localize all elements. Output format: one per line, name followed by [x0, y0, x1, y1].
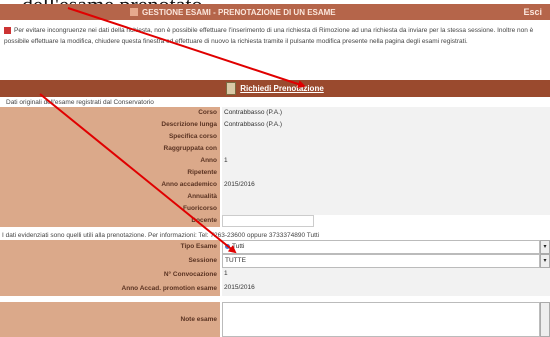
radio-icon — [225, 243, 230, 249]
field-value — [222, 131, 550, 143]
request-booking-link[interactable]: Richiedi Prenotazione — [240, 84, 324, 93]
exam-type-value: Tutti — [232, 243, 245, 250]
form-row: Anno Accad. promotion esame 2015/2016 — [0, 282, 550, 296]
table-row: Anno accademico 2015/2016 — [0, 179, 550, 191]
academic-year-label: Anno Accad. promotion esame — [0, 282, 220, 296]
notes-textarea[interactable] — [222, 302, 540, 337]
exam-type-select[interactable]: Tutti — [222, 240, 540, 254]
form-row: Tipo Esame Tutti ▾ — [0, 240, 550, 254]
field-value — [222, 191, 550, 203]
session-label: Sessione — [0, 254, 220, 268]
exam-info-table: Corso Contrabbasso (P.A.) Descrizione lu… — [0, 107, 550, 227]
window-icon — [130, 8, 138, 16]
field-label: Specifica corso — [0, 131, 220, 143]
warning-icon — [4, 26, 11, 34]
field-value: Contrabbasso (P.A.) — [222, 119, 550, 131]
session-select[interactable]: TUTTE — [222, 254, 540, 268]
booking-form: Tipo Esame Tutti ▾ Sessione TUTTE ▾ N° C… — [0, 240, 550, 296]
table-row: Annualità — [0, 191, 550, 203]
table-row: Descrizione lunga Contrabbasso (P.A.) — [0, 119, 550, 131]
section-header: Richiedi Prenotazione — [0, 80, 550, 97]
field-label: Annualità — [0, 191, 220, 203]
field-label: Fuoricorso — [0, 203, 220, 215]
table-row: Corso Contrabbasso (P.A.) — [0, 107, 550, 119]
document-icon — [226, 82, 237, 96]
table-row: Anno 1 — [0, 155, 550, 167]
notice-message: Per evitare incongruenze nei dati della … — [4, 25, 546, 47]
form-row: N° Convocazione 1 — [0, 268, 550, 282]
field-label: Ripetente — [0, 167, 220, 179]
subheader-original-data: Dati originali dell'esame registrati dal… — [6, 99, 154, 106]
window-title-bar: GESTIONE ESAMI - PRENOTAZIONE DI UN ESAM… — [0, 4, 550, 20]
table-row: Ripetente — [0, 167, 550, 179]
field-value: Contrabbasso (P.A.) — [222, 107, 550, 119]
notes-label: Note esame — [0, 302, 220, 337]
field-label: Raggruppata con — [0, 143, 220, 155]
table-row: Raggruppata con — [0, 143, 550, 155]
notes-row: Note esame — [0, 302, 550, 337]
exam-type-label: Tipo Esame — [0, 240, 220, 254]
teacher-input[interactable] — [222, 215, 314, 227]
chevron-down-icon[interactable]: ▾ — [540, 240, 550, 254]
table-row: Docente — [0, 215, 550, 227]
field-label: Descrizione lunga — [0, 119, 220, 131]
field-label: Anno — [0, 155, 220, 167]
field-value: 1 — [222, 155, 550, 167]
academic-year-value: 2015/2016 — [222, 282, 550, 296]
field-label: Corso — [0, 107, 220, 119]
chevron-down-icon[interactable]: ▾ — [540, 254, 550, 268]
convocation-label: N° Convocazione — [0, 268, 220, 282]
field-value: 2015/2016 — [222, 179, 550, 191]
field-value — [222, 143, 550, 155]
table-row: Fuoricorso — [0, 203, 550, 215]
field-label: Docente — [0, 215, 220, 227]
notice-text: Per evitare incongruenze nei dati della … — [4, 27, 534, 45]
close-button[interactable]: Esci — [523, 7, 542, 17]
field-value — [222, 167, 550, 179]
table-row: Specifica corso — [0, 131, 550, 143]
subheader-booking-info: I dati evidenziati sono quelli utili all… — [2, 232, 320, 239]
field-value — [222, 203, 550, 215]
notes-scrollbar[interactable] — [540, 302, 550, 337]
form-row: Sessione TUTTE ▾ — [0, 254, 550, 268]
convocation-value: 1 — [222, 268, 550, 282]
field-label: Anno accademico — [0, 179, 220, 191]
window-title: GESTIONE ESAMI - PRENOTAZIONE DI UN ESAM… — [142, 8, 336, 17]
